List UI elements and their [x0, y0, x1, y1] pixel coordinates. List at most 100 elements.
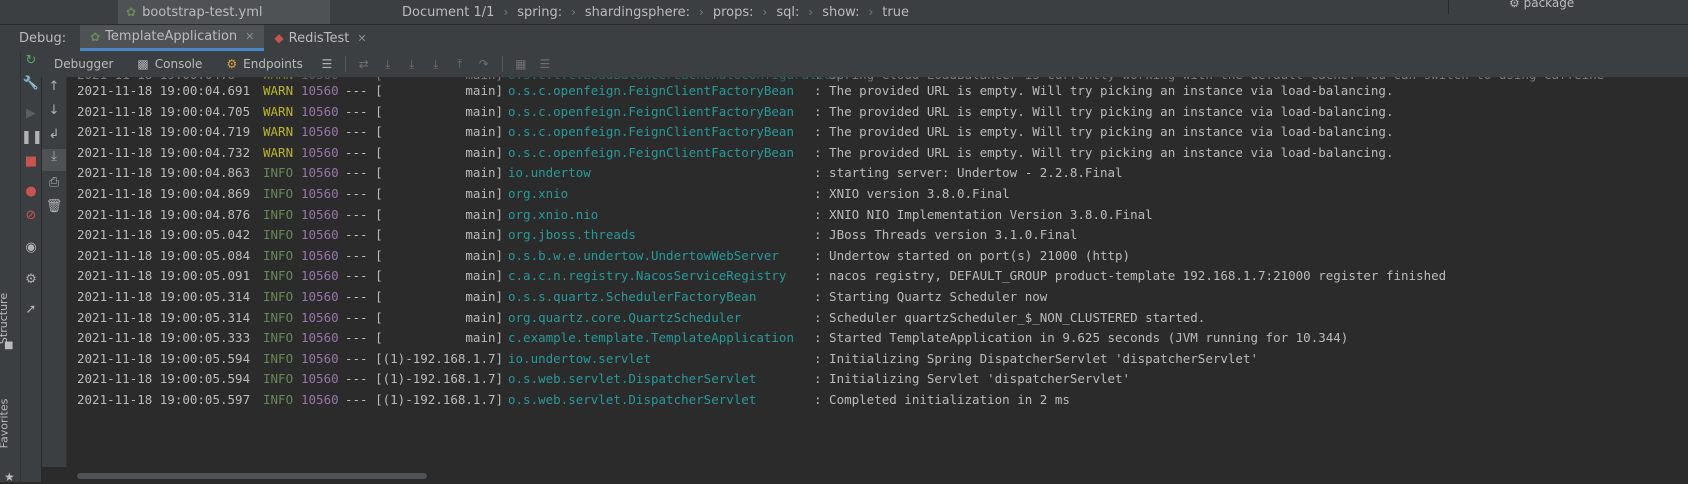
- log-msg: : starting server: Undertow - 2.2.8.Fina…: [814, 165, 1123, 181]
- log-pid: 10560: [301, 124, 339, 140]
- structure-item-label: package: [1523, 0, 1575, 10]
- log-ts: 2021-11-18 19:00:04.705: [77, 103, 251, 119]
- breadcrumb-item[interactable]: props:: [713, 5, 754, 20]
- console-icon: ▩: [137, 57, 149, 71]
- log-ts: 2021-11-18 19:00:04.863: [77, 165, 251, 181]
- breadcrumb-item[interactable]: spring:: [517, 5, 562, 20]
- log-msg: : Started TemplateApplication in 9.625 s…: [814, 330, 1349, 346]
- log-ts: 2021-11-18 19:00:05.597: [77, 392, 251, 407]
- tab-console[interactable]: ▩ Console: [125, 51, 214, 77]
- chevron-right-icon: ›: [571, 5, 576, 19]
- log-msg: : Initializing Spring DispatcherServlet …: [814, 350, 1259, 366]
- breadcrumb-item[interactable]: shardingsphere:: [585, 5, 690, 20]
- log-thread: --- [(1)-192.168.1.7]: [345, 371, 504, 387]
- trace-stream-icon[interactable]: ☰: [533, 57, 557, 71]
- tab-redis-test[interactable]: ◆ RedisTest ✕: [264, 25, 376, 51]
- log-logger: o.s.web.servlet.DispatcherServlet: [508, 392, 757, 407]
- scroll-down-icon[interactable]: ↓: [42, 103, 66, 118]
- horizontal-scrollbar[interactable]: [67, 467, 1688, 482]
- breadcrumb-item[interactable]: Document 1/1: [402, 5, 494, 20]
- favorites-side-tab[interactable]: Favorites: [0, 399, 10, 449]
- log-ts: 2021-11-18 19:00:04.732: [77, 144, 251, 160]
- wrench-icon[interactable]: 🔧: [21, 76, 41, 91]
- settings-icon[interactable]: ⚙: [21, 272, 41, 287]
- log-ts: 2021-11-18 19:00:04.869: [77, 186, 251, 201]
- print-icon[interactable]: ⎙: [42, 175, 66, 190]
- chevron-right-icon: ›: [808, 5, 814, 19]
- log-thread: --- [ main]: [345, 83, 504, 98]
- stop-icon[interactable]: ■: [21, 154, 41, 169]
- tab-template-application[interactable]: ✿ TemplateApplication ✕: [80, 25, 265, 51]
- tab-debugger[interactable]: Debugger: [42, 51, 125, 77]
- log-logger: o.s.c.openfeign.FeignClientFactoryBean: [508, 83, 794, 98]
- structure-item[interactable]: ⚙ package: [1509, 0, 1574, 10]
- chevron-right-icon: ›: [762, 5, 768, 19]
- step-into-icon[interactable]: ⤓: [400, 57, 424, 72]
- log-pid: 10560: [301, 227, 339, 243]
- debug-toolbar: Debugger ▩ Console ⚙ Endpoints ☰ ⇄ ⤓ ⤓ ⤓…: [0, 51, 1688, 78]
- chevron-right-icon: ›: [699, 5, 704, 19]
- clear-all-icon[interactable]: 🗑: [42, 199, 66, 214]
- scrollbar-thumb[interactable]: [77, 473, 427, 479]
- rerun-icon[interactable]: ↻: [21, 53, 41, 68]
- log-pid: 10560: [301, 144, 339, 160]
- log-thread: --- [ main]: [345, 103, 504, 119]
- scroll-to-end-icon[interactable]: ⤓: [42, 149, 66, 171]
- toolbar-divider: [344, 56, 346, 72]
- log-thread: --- [ main]: [345, 165, 504, 181]
- close-icon[interactable]: ✕: [357, 32, 366, 45]
- log-ts: 2021-11-18 19:00:05.084: [77, 247, 251, 263]
- log-pid: 10560: [301, 289, 339, 304]
- log-level: INFO: [263, 186, 294, 201]
- log-level: INFO: [263, 330, 294, 346]
- tab-label: Debugger: [54, 57, 114, 71]
- structure-side-tab[interactable]: Structure: [0, 293, 10, 344]
- log-thread: --- [ main]: [345, 144, 504, 160]
- pin-icon[interactable]: ➚: [21, 302, 41, 317]
- step-over-icon[interactable]: ⤓: [376, 57, 400, 72]
- log-thread: --- [ main]: [345, 206, 504, 222]
- mute-breakpoints-icon[interactable]: ⊘: [21, 208, 41, 223]
- log-thread: --- [(1)-192.168.1.7]: [345, 350, 504, 366]
- menu-icon[interactable]: ☰: [315, 57, 339, 71]
- log-ts: 2021-11-18 19:00:04.876: [77, 206, 251, 222]
- log-thread: --- [ main]: [345, 330, 504, 346]
- log-level: INFO: [263, 206, 294, 222]
- breadcrumb-item[interactable]: sql:: [776, 5, 799, 20]
- scroll-up-icon[interactable]: ↑: [42, 79, 66, 94]
- evaluate-expression-icon[interactable]: ▦: [509, 57, 533, 71]
- view-breakpoints-icon[interactable]: ●: [21, 184, 41, 199]
- soft-wrap-icon[interactable]: ↲: [42, 127, 66, 142]
- log-msg: : Completed initialization in 2 ms: [814, 392, 1070, 407]
- log-ts: 2021-11-18 19:00:05.042: [77, 227, 251, 243]
- log-msg: : The provided URL is empty. Will try pi…: [814, 83, 1394, 98]
- log-thread: --- [ main]: [345, 268, 504, 284]
- log-pid: 10560: [301, 165, 339, 181]
- yaml-file-icon: ✿: [126, 5, 137, 19]
- gear-icon: ⚙: [1509, 0, 1520, 10]
- log-level: WARN: [263, 124, 294, 140]
- log-logger: o.s.b.w.e.undertow.UndertowWebServer: [508, 247, 779, 263]
- run-to-cursor-icon[interactable]: ↷: [472, 57, 496, 71]
- log-level: INFO: [263, 227, 294, 243]
- pause-icon[interactable]: ❚❚: [21, 130, 43, 145]
- log-pid: 10560: [301, 350, 339, 366]
- log-thread: --- [ main]: [345, 124, 504, 140]
- close-icon[interactable]: ✕: [245, 30, 254, 43]
- camera-icon[interactable]: ◉: [21, 240, 41, 255]
- force-step-into-icon[interactable]: ⤓: [424, 57, 448, 72]
- resume-icon[interactable]: ▶: [21, 106, 41, 121]
- breadcrumb-item[interactable]: true: [882, 5, 909, 20]
- file-tab[interactable]: ✿ bootstrap-test.yml: [118, 0, 330, 24]
- step-out-icon[interactable]: ⤒: [448, 57, 472, 72]
- log-pid: 10560: [301, 268, 339, 284]
- console-output[interactable]: 2021-11-18 19:00:04.6WARN10560--- [ main…: [67, 77, 1688, 467]
- log-thread: --- [ main]: [345, 247, 504, 263]
- log-level: INFO: [263, 268, 294, 284]
- breadcrumb-item[interactable]: show:: [822, 5, 859, 20]
- log-thread: --- [ main]: [345, 309, 504, 325]
- show-execution-point-icon[interactable]: ⇄: [352, 57, 376, 71]
- log-logger: io.undertow.servlet: [508, 350, 651, 366]
- log-level: INFO: [263, 350, 294, 366]
- tab-endpoints[interactable]: ⚙ Endpoints: [214, 51, 314, 77]
